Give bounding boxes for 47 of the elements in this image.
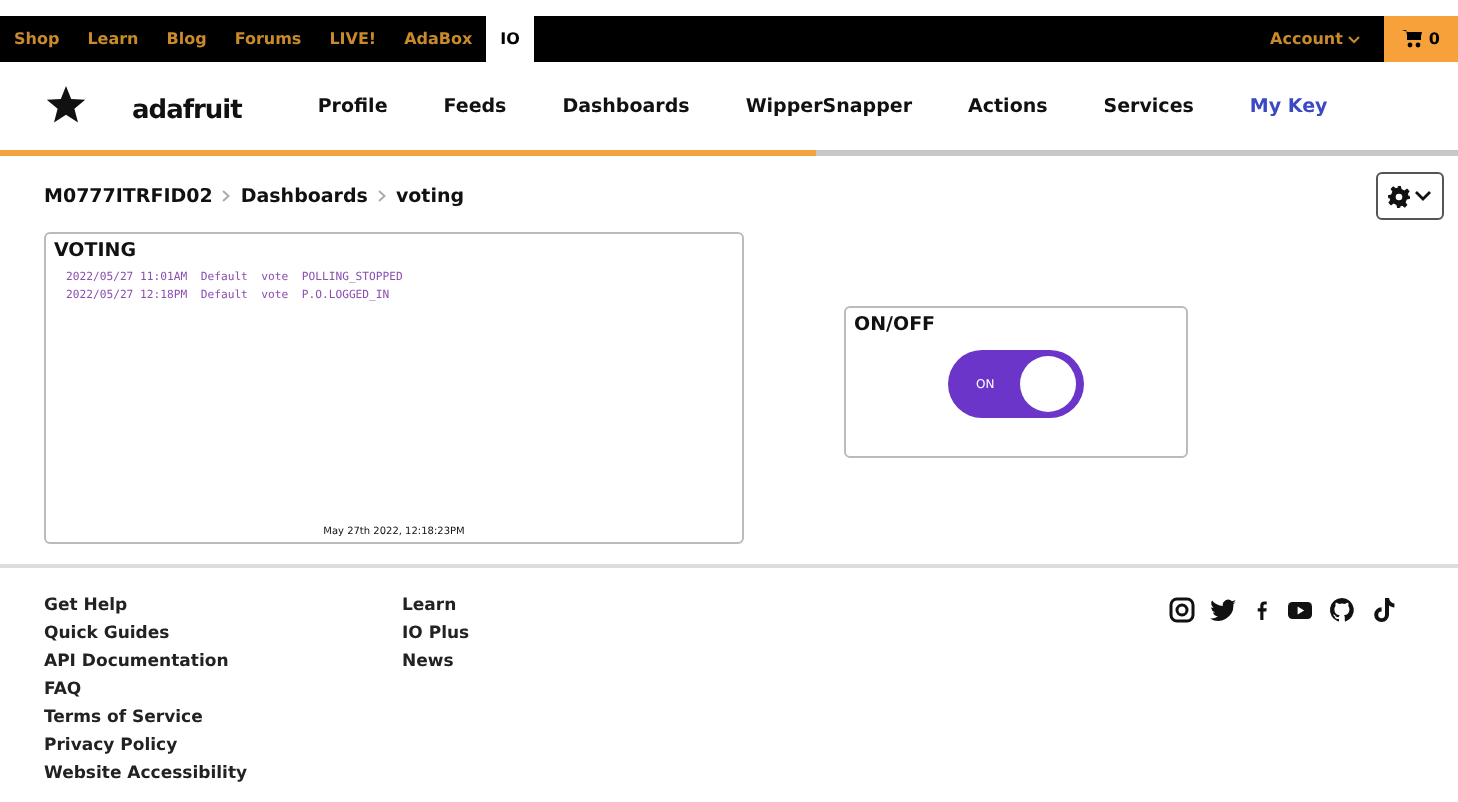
settings-icon [1388, 185, 1410, 207]
footer-link[interactable]: IO Plus [402, 624, 760, 646]
cart-button[interactable]: 0 [1384, 16, 1458, 62]
footer-link[interactable]: Terms of Service [44, 708, 402, 730]
facebook-icon[interactable] [1252, 596, 1272, 624]
nav-link[interactable]: Actions [940, 95, 1076, 117]
top-nav-link[interactable]: Forums [220, 16, 316, 62]
top-nav-link[interactable]: AdaBox [390, 16, 487, 62]
breadcrumb-link[interactable]: M0777ITRFID02 [44, 185, 213, 207]
chevron-icon [1414, 190, 1432, 202]
tiktok-icon[interactable] [1370, 596, 1398, 624]
nav-link[interactable]: Profile [289, 95, 416, 117]
top-nav-link[interactable]: IO [486, 16, 534, 62]
footer-link[interactable]: Learn [402, 596, 760, 618]
footer-link[interactable]: Website Accessibility [44, 764, 402, 786]
footer-link[interactable]: Privacy Policy [44, 736, 402, 758]
top-nav-link[interactable]: Learn [73, 16, 153, 62]
chevron-right-icon [222, 190, 231, 202]
nav-link[interactable]: WipperSnapper [717, 95, 941, 117]
footer-link[interactable]: FAQ [44, 680, 402, 702]
top-nav-link[interactable]: Shop [0, 16, 74, 62]
chevron-right-icon [377, 190, 386, 202]
account-menu[interactable]: Account [1270, 30, 1343, 48]
nav-link[interactable]: Dashboards [534, 95, 718, 117]
video-play-icon[interactable] [1286, 596, 1314, 624]
cart-icon [1402, 30, 1423, 48]
top-nav-link[interactable]: Blog [152, 16, 221, 62]
brand-wordmark[interactable]: adafruit [132, 95, 242, 125]
block-title: ON/OFF [852, 312, 938, 336]
cart-count: 0 [1428, 30, 1440, 48]
github-icon[interactable] [1328, 596, 1356, 624]
footer-link[interactable]: Get Help [44, 596, 402, 618]
footer-link[interactable]: Quick Guides [44, 624, 402, 646]
nav-link[interactable]: Feeds [415, 95, 535, 117]
instagram-icon[interactable] [1168, 596, 1196, 624]
star-logo-icon[interactable] [44, 84, 88, 128]
top-nav-link[interactable]: LIVE! [315, 16, 391, 62]
breadcrumb-link[interactable]: voting [395, 185, 465, 207]
nav-link[interactable]: Services [1075, 95, 1222, 117]
footer-link[interactable]: API Documentation [44, 652, 402, 674]
block-title: VOTING [52, 238, 139, 262]
footer-link[interactable]: News [402, 652, 760, 674]
nav-link[interactable]: My Key [1221, 95, 1356, 117]
bird-icon[interactable] [1210, 596, 1238, 624]
chevron-icon [1348, 35, 1361, 43]
breadcrumb-link[interactable]: Dashboards [240, 185, 368, 207]
settings-button[interactable] [1376, 172, 1444, 220]
